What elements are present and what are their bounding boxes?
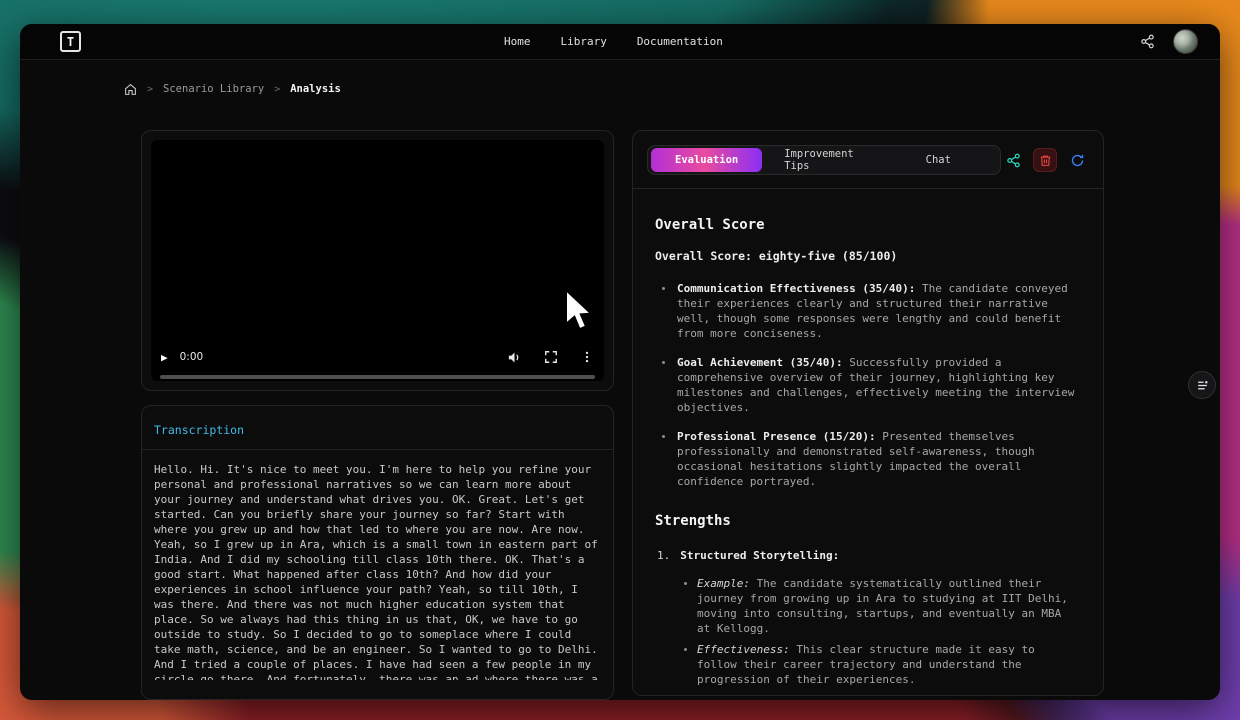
transcription-text: Hello. Hi. It's nice to meet you. I'm he…	[142, 450, 613, 680]
evaluation-content: Overall Score Overall Score: eighty-five…	[633, 189, 1103, 696]
top-navbar: T Home Library Documentation	[20, 24, 1220, 60]
right-column: Evaluation Improvement Tips Chat	[632, 130, 1104, 700]
strength-item: 1. Structured Storytelling:	[657, 549, 1077, 562]
tab-improvement-tips[interactable]: Improvement Tips	[762, 148, 879, 172]
breadcrumb: > Scenario Library > Analysis	[20, 60, 1220, 100]
list-item: Communication Effectiveness (35/40): The…	[655, 281, 1077, 341]
video-player[interactable]: ▶ 0:00	[151, 140, 604, 381]
list-toggle-icon	[1196, 379, 1209, 392]
app-window: T Home Library Documentation	[20, 24, 1220, 700]
delete-button[interactable]	[1033, 148, 1057, 172]
side-panel-toggle-button[interactable]	[1188, 371, 1216, 399]
play-button[interactable]: ▶	[161, 351, 168, 364]
refresh-button[interactable]	[1065, 148, 1089, 172]
list-item: Example: The candidate systematically ou…	[681, 576, 1077, 636]
sub-lead: Leverage:	[697, 694, 757, 696]
score-breakdown-list: Communication Effectiveness (35/40): The…	[655, 281, 1077, 489]
video-card: ▶ 0:00	[141, 130, 614, 391]
share-icon	[1140, 34, 1155, 49]
share-icon	[1006, 153, 1021, 168]
nav-link-home[interactable]: Home	[504, 35, 531, 48]
trash-icon	[1039, 154, 1052, 167]
strength-sublist: Example: The candidate systematically ou…	[681, 576, 1077, 696]
overall-score-heading: Overall Score	[655, 217, 1077, 233]
sub-lead: Effectiveness:	[697, 643, 790, 656]
evaluation-panel: Evaluation Improvement Tips Chat	[632, 130, 1104, 696]
list-item: Leverage: Continue organizing responses …	[681, 693, 1077, 696]
nav-link-documentation[interactable]: Documentation	[637, 35, 723, 48]
sub-text: The candidate systematically outlined th…	[697, 577, 1068, 635]
refresh-icon	[1070, 153, 1085, 168]
strengths-heading: Strengths	[655, 513, 1077, 529]
home-icon[interactable]	[124, 83, 137, 96]
more-options-icon[interactable]	[580, 350, 594, 364]
overall-score-value: Overall Score: eighty-five (85/100)	[655, 249, 1077, 263]
video-controls-right	[507, 350, 594, 365]
strength-title: Structured Storytelling:	[680, 549, 839, 562]
user-avatar[interactable]	[1173, 29, 1198, 54]
video-controls: ▶ 0:00	[151, 343, 604, 371]
fullscreen-icon[interactable]	[544, 350, 558, 364]
list-item: Effectiveness: This clear structure made…	[681, 642, 1077, 687]
share-analysis-button[interactable]	[1001, 148, 1025, 172]
nav-links: Home Library Documentation	[504, 24, 723, 59]
share-button[interactable]	[1140, 34, 1155, 49]
sub-lead: Example:	[697, 577, 750, 590]
list-item: Goal Achievement (35/40): Successfully p…	[655, 355, 1077, 415]
video-time: 0:00	[180, 351, 204, 363]
panel-actions	[1001, 148, 1089, 172]
breadcrumb-analysis: Analysis	[290, 83, 341, 95]
transcription-title: Transcription	[154, 423, 244, 437]
transcription-card: Transcription Hello. Hi. It's nice to me…	[141, 405, 614, 700]
nav-link-library[interactable]: Library	[560, 35, 606, 48]
breadcrumb-separator: >	[274, 84, 280, 95]
strength-number: 1.	[657, 549, 670, 562]
app-logo[interactable]: T	[60, 31, 81, 52]
bullet-lead: Professional Presence (15/20):	[677, 430, 876, 443]
breadcrumb-separator: >	[147, 84, 153, 95]
bullet-lead: Goal Achievement (35/40):	[677, 356, 843, 369]
list-item: Professional Presence (15/20): Presented…	[655, 429, 1077, 489]
video-progress-bar[interactable]	[160, 375, 595, 379]
bullet-lead: Communication Effectiveness (35/40):	[677, 282, 915, 295]
tab-bar: Evaluation Improvement Tips Chat	[647, 145, 1001, 175]
panel-header: Evaluation Improvement Tips Chat	[633, 131, 1103, 189]
tab-evaluation[interactable]: Evaluation	[651, 148, 762, 172]
tab-chat[interactable]: Chat	[880, 148, 997, 172]
left-column: ▶ 0:00	[141, 130, 614, 700]
volume-icon[interactable]	[507, 350, 522, 365]
main-content: ▶ 0:00	[20, 100, 1220, 700]
nav-right-actions	[1140, 29, 1198, 54]
transcription-header: Transcription	[142, 406, 613, 450]
breadcrumb-scenario-library[interactable]: Scenario Library	[163, 83, 264, 95]
